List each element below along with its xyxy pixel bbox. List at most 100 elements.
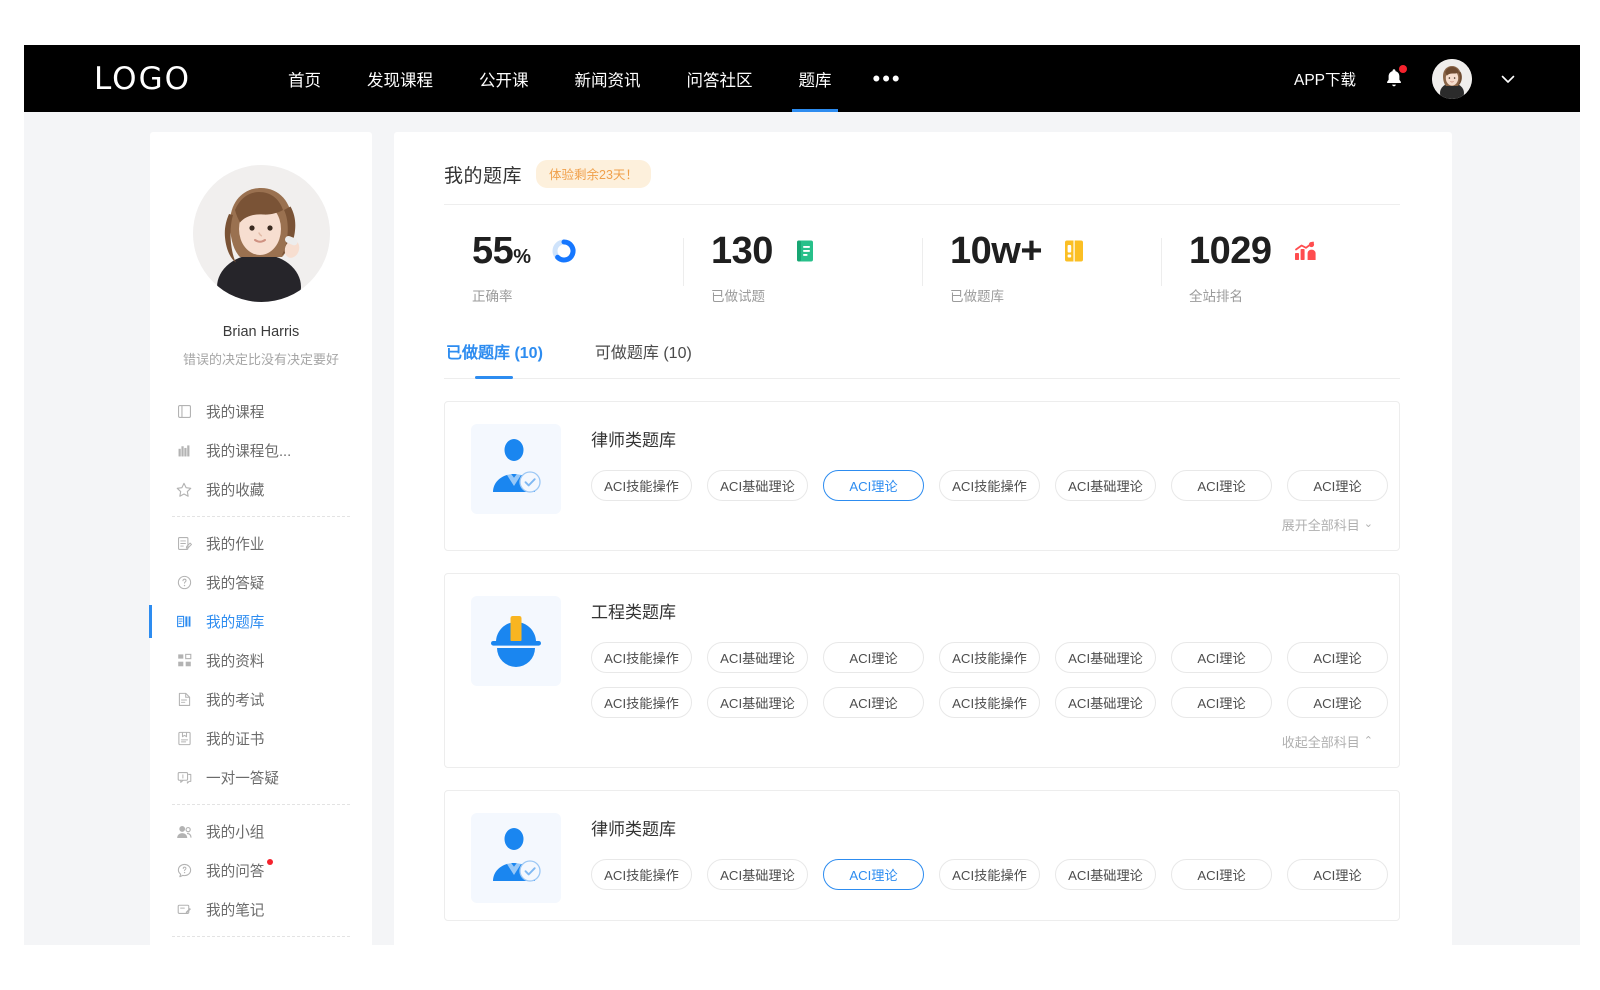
- subject-tag[interactable]: ACI理论: [1171, 642, 1272, 673]
- header-avatar[interactable]: [1432, 59, 1472, 99]
- sidebar-item-label: 我的题库: [206, 611, 264, 632]
- sidebar-item-label: 我的作业: [206, 533, 264, 554]
- subject-tag[interactable]: ACI技能操作: [939, 642, 1040, 673]
- subject-tag[interactable]: ACI基础理论: [1055, 642, 1156, 673]
- subject-tag[interactable]: ACI理论: [1171, 470, 1272, 501]
- tab-0[interactable]: 已做题库 (10): [444, 333, 545, 378]
- group-icon: [175, 823, 193, 841]
- sidebar-item-label: 我的课程包...: [206, 440, 291, 461]
- note-icon: [175, 901, 193, 919]
- nav-item-3[interactable]: 新闻资讯: [552, 45, 664, 112]
- subject-tag[interactable]: ACI技能操作: [591, 859, 692, 890]
- subject-tag[interactable]: ACI技能操作: [591, 470, 692, 501]
- subject-tag[interactable]: ACI理论: [1287, 859, 1388, 890]
- helmet-icon: [483, 608, 549, 675]
- subject-tag[interactable]: ACI理论: [823, 859, 924, 890]
- sidebar-item-7[interactable]: 我的资料: [150, 641, 372, 680]
- chevron-down-icon: ⌄: [1364, 519, 1373, 530]
- sidebar-item-8[interactable]: 我的考试: [150, 680, 372, 719]
- subject-tag[interactable]: ACI基础理论: [707, 687, 808, 718]
- star-icon: [175, 481, 193, 499]
- card-thumbnail: [471, 813, 561, 903]
- nav-item-4[interactable]: 问答社区: [664, 45, 776, 112]
- chevron-down-icon[interactable]: [1498, 69, 1518, 89]
- tab-1[interactable]: 可做题库 (10): [593, 333, 694, 378]
- page-title: 我的题库: [444, 161, 522, 188]
- question-bank-card[interactable]: 工程类题库 ACI技能操作 ACI基础理论 ACI理论 ACI技能操作 ACI基础理论 AC…: [444, 573, 1400, 768]
- subject-tag[interactable]: ACI理论: [1287, 687, 1388, 718]
- card-title: 律师类题库: [591, 815, 1373, 840]
- sidebar-item-16[interactable]: 我的积分: [150, 944, 372, 945]
- nav-item-0[interactable]: 首页: [265, 45, 344, 112]
- subject-tag[interactable]: ACI基础理论: [707, 470, 808, 501]
- sidebar-item-label: 我的证书: [206, 728, 264, 749]
- subject-tag[interactable]: ACI基础理论: [1055, 470, 1156, 501]
- sidebar-item-label: 我的笔记: [206, 899, 264, 920]
- sidebar-item-2[interactable]: 我的收藏: [150, 470, 372, 509]
- subject-tag[interactable]: ACI理论: [1171, 859, 1272, 890]
- question-bank-card[interactable]: 律师类题库 ACI技能操作 ACI基础理论 ACI理论 ACI技能操作 ACI基础理论 AC…: [444, 790, 1400, 921]
- nav-item-1[interactable]: 发现课程: [344, 45, 456, 112]
- subject-tag[interactable]: ACI基础理论: [707, 859, 808, 890]
- sidebar-item-14[interactable]: 我的笔记: [150, 890, 372, 929]
- tag-row: ACI技能操作ACI基础理论ACI理论ACI技能操作ACI基础理论ACI理论AC…: [591, 470, 1373, 501]
- menu-divider: [172, 804, 350, 805]
- nav-item-2[interactable]: 公开课: [456, 45, 552, 112]
- subject-tag[interactable]: ACI技能操作: [939, 470, 1040, 501]
- tag-row: ACI技能操作ACI基础理论ACI理论ACI技能操作ACI基础理论ACI理论AC…: [591, 687, 1373, 718]
- card-thumbnail: [471, 424, 561, 514]
- subject-tag[interactable]: ACI理论: [823, 687, 924, 718]
- nav-item-5[interactable]: 题库: [776, 45, 855, 112]
- subject-tag[interactable]: ACI基础理论: [707, 642, 808, 673]
- sidebar-item-5[interactable]: 我的答疑: [150, 563, 372, 602]
- stat-label: 已做试题: [711, 285, 922, 305]
- expand-subjects-button[interactable]: 收起全部科目⌃: [591, 732, 1373, 751]
- homework-icon: [175, 535, 193, 553]
- sidebar-item-12[interactable]: 我的小组: [150, 812, 372, 851]
- stat-value: 1029: [1189, 232, 1272, 270]
- question-bank-card[interactable]: 律师类题库ACI技能操作ACI基础理论ACI理论ACI技能操作ACI基础理论AC…: [444, 401, 1400, 551]
- subject-tag[interactable]: ACI理论: [823, 642, 924, 673]
- subject-tag[interactable]: ACI基础理论: [1055, 859, 1156, 890]
- sidebar-item-4[interactable]: 我的作业: [150, 524, 372, 563]
- subject-tag[interactable]: ACI理论: [1287, 642, 1388, 673]
- packages-icon: [175, 442, 193, 460]
- app-page: LOGO 首页发现课程公开课新闻资讯问答社区题库••• APP下载: [24, 45, 1580, 945]
- one-to-one-icon: [175, 769, 193, 787]
- subject-tag[interactable]: ACI技能操作: [939, 687, 1040, 718]
- stat-value-row: 130: [711, 232, 922, 270]
- sidebar-item-label: 我的小组: [206, 821, 264, 842]
- site-logo[interactable]: LOGO: [94, 61, 191, 97]
- subject-tag[interactable]: ACI理论: [823, 470, 924, 501]
- sidebar-item-10[interactable]: 一对一答疑: [150, 758, 372, 797]
- notification-bell-button[interactable]: [1382, 66, 1406, 92]
- sidebar-avatar[interactable]: [193, 165, 330, 302]
- sidebar-item-1[interactable]: 我的课程包...: [150, 431, 372, 470]
- menu-divider: [172, 516, 350, 517]
- subject-tag[interactable]: ACI技能操作: [591, 687, 692, 718]
- stat-unit: %: [513, 246, 530, 268]
- notification-dot: [1399, 65, 1407, 73]
- app-download-link[interactable]: APP下载: [1294, 68, 1356, 90]
- subject-tag[interactable]: ACI理论: [1287, 470, 1388, 501]
- sidebar-item-9[interactable]: 我的证书: [150, 719, 372, 758]
- stat-value: 130: [711, 232, 773, 270]
- book-icon: [175, 403, 193, 421]
- question-bank-list: 律师类题库 ACI技能操作 ACI基础理论 ACI理论 ACI技能操作 ACI基础理论 AC…: [444, 379, 1400, 921]
- lawyer-avatar-icon: [483, 823, 549, 894]
- question-bank-icon: [175, 613, 193, 631]
- stat-value: 55%: [472, 232, 531, 270]
- nav-more-button[interactable]: •••: [855, 72, 920, 85]
- subject-tag[interactable]: ACI基础理论: [1055, 687, 1156, 718]
- subject-tag[interactable]: ACI技能操作: [591, 642, 692, 673]
- subject-tag[interactable]: ACI技能操作: [939, 859, 1040, 890]
- stat-label: 已做题库: [950, 285, 1161, 305]
- sidebar-item-13[interactable]: 我的问答: [150, 851, 372, 890]
- subject-tag[interactable]: ACI理论: [1171, 687, 1272, 718]
- expand-subjects-button[interactable]: 展开全部科目⌄: [591, 515, 1373, 534]
- sidebar-item-0[interactable]: 我的课程: [150, 392, 372, 431]
- card-title: 工程类题库: [591, 598, 1373, 623]
- sidebar-item-6[interactable]: 我的题库: [150, 602, 372, 641]
- stats-row: 55%正确率130已做试题10w+已做题库1029全站排名: [444, 205, 1400, 327]
- content-tabs: 已做题库 (10) 可做题库 (10): [444, 327, 1400, 379]
